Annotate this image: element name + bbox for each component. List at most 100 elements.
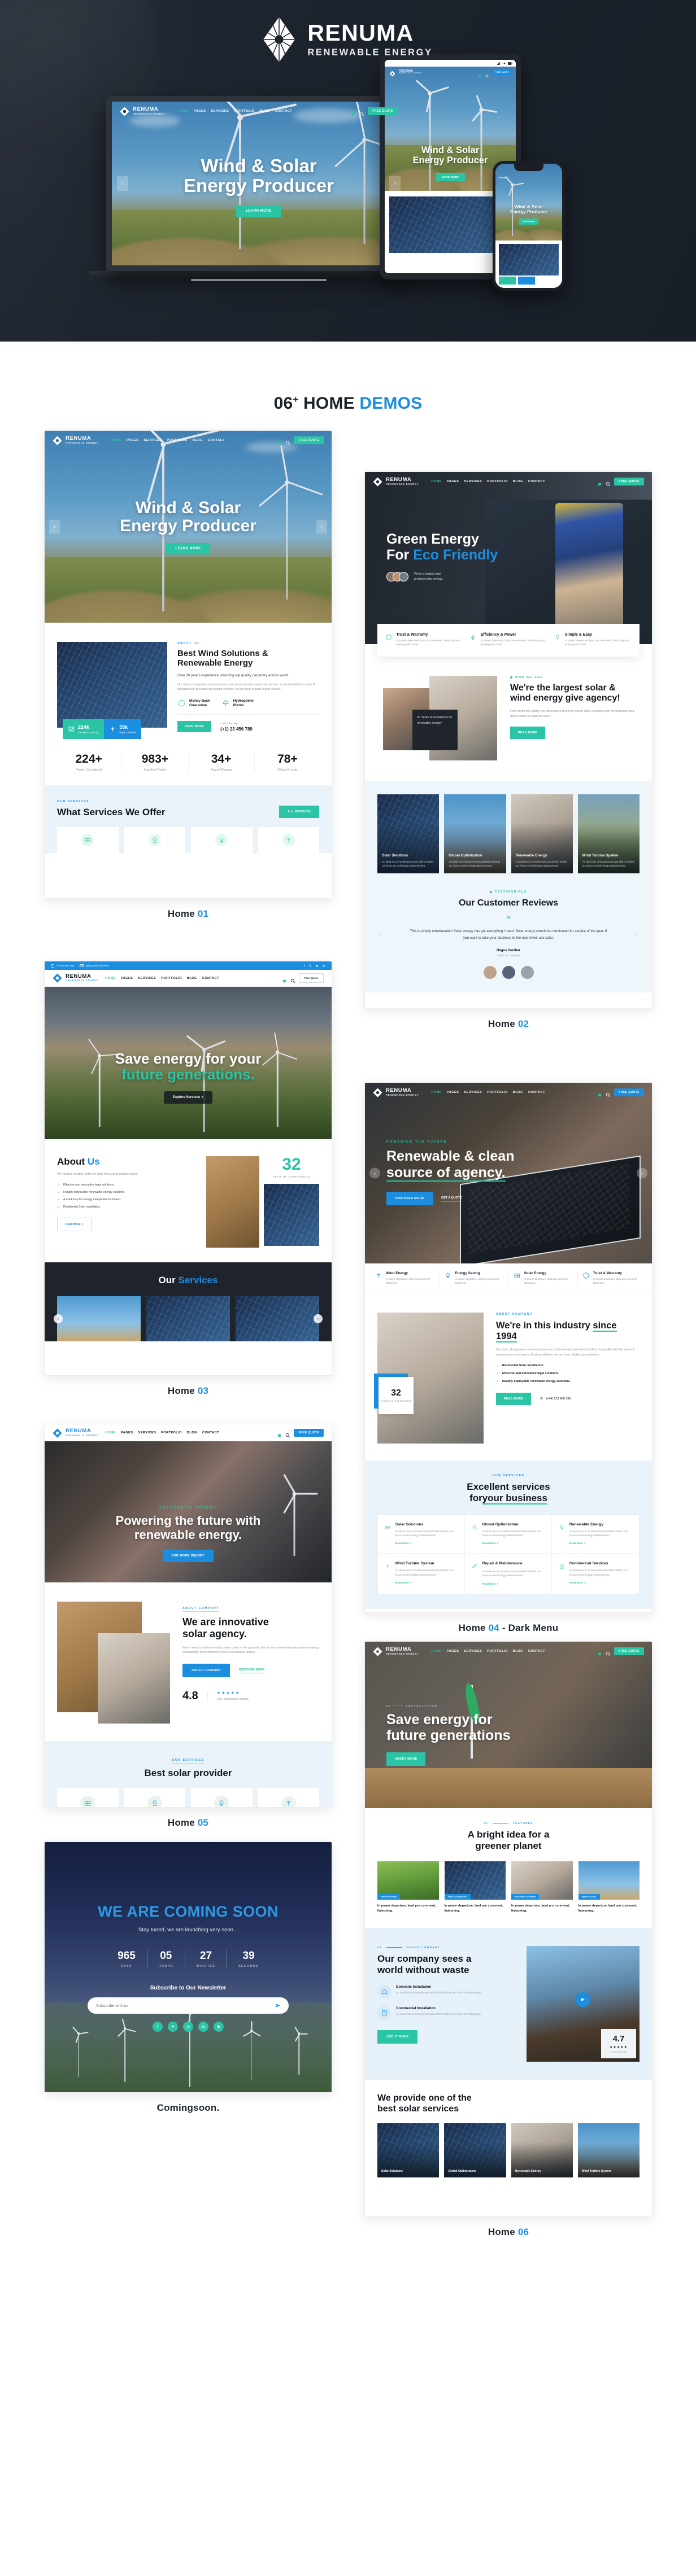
free-quote-button[interactable]: FREE QUOTE	[368, 107, 398, 115]
nav-item-pages[interactable]: PAGES	[127, 439, 138, 442]
carousel-prev-button[interactable]: ‹	[117, 176, 128, 191]
read-more-button[interactable]: READ MORE	[510, 727, 546, 740]
nav-item-services[interactable]: SERVICES	[138, 977, 156, 980]
nav-item-blog[interactable]: BLOG	[513, 1650, 523, 1653]
demo-card-coming-soon[interactable]: WE ARE COMING SOON Stay tuned, we are la…	[44, 1842, 332, 2114]
nav-item-contact[interactable]: CONTACT	[528, 1091, 545, 1094]
get-quote-link[interactable]: GET A QUOTE	[441, 1196, 462, 1201]
feature-card[interactable]: ENERGY SAVING In power departure, land p…	[377, 1861, 439, 1913]
nav-item-services[interactable]: SERVICES	[464, 1091, 482, 1094]
feature-card[interactable]: EFFICIENCY & POWER In power departure, l…	[511, 1861, 573, 1913]
service-card[interactable]: Solar Solutions	[57, 1787, 119, 1807]
nav-item-home[interactable]: HOME	[431, 1091, 442, 1094]
instagram-icon[interactable]: ◎	[183, 2022, 193, 2032]
demo-card-home-02[interactable]: RENUMA RENEWABLE ENERGY HOME PAGES SERVIC…	[364, 471, 652, 1030]
avatar[interactable]	[520, 966, 534, 979]
demo-card-home-06[interactable]: RENUMA RENEWABLE ENERGY HOME PAGES SERVIC…	[364, 1641, 652, 2238]
nav-item-pages[interactable]: PAGES	[447, 1650, 459, 1653]
nav-item-portfolio[interactable]: PORTFOLIO	[487, 480, 508, 483]
nav-item-blog[interactable]: BLOG	[187, 1431, 197, 1434]
linkedin-icon[interactable]: in	[323, 964, 325, 968]
phone-number[interactable]: (+1) 23 456 789	[220, 727, 253, 732]
carousel-next-button[interactable]: ›	[637, 1167, 647, 1179]
nav-item-contact[interactable]: CONTACT	[202, 977, 219, 980]
bottom-card[interactable]: Wind Turbine System	[577, 2123, 640, 2178]
feature-card[interactable]: TRUST & WARRANTY In power departure, lan…	[444, 1861, 506, 1913]
service-image-card[interactable]: Global Optimization An ideal mix of invo…	[444, 794, 506, 873]
topbar-phone[interactable]: (+123) 456 7890	[56, 964, 75, 967]
nav-item-portfolio[interactable]: PORTFOLIO	[161, 1431, 182, 1434]
nav-item-contact[interactable]: CONTACT	[528, 480, 545, 483]
service-item[interactable]: Global Optimization An ideal mix of invo…	[465, 1514, 552, 1554]
demo-card-home-05[interactable]: RENUMA RENEWABLE ENERGY HOME PAGES SERVIC…	[44, 1424, 332, 1829]
nav-item-home[interactable]: HOME	[105, 977, 116, 980]
subscribe-input[interactable]	[96, 2003, 275, 2008]
hero-cta-button[interactable]: LEARN MORE	[236, 204, 281, 217]
read-more-button[interactable]: Read More ↗	[57, 1217, 92, 1231]
read-more-button[interactable]: READ MORE	[496, 1392, 532, 1405]
nav-item-home[interactable]: HOME	[111, 439, 121, 442]
bottom-card[interactable]: Global Optimization	[444, 2123, 506, 2178]
carousel-next-button[interactable]: ›	[314, 1314, 323, 1323]
nav-item-portfolio[interactable]: PORTFOLIO	[234, 110, 255, 113]
play-icon[interactable]: ▶	[576, 1992, 590, 2007]
search-icon[interactable]	[606, 479, 611, 487]
cart-icon[interactable]	[597, 479, 602, 486]
newsletter-form[interactable]: ➤	[88, 1997, 289, 2014]
nav-item-contact[interactable]: CONTACT	[208, 439, 225, 442]
service-item[interactable]: Renewable Energy An ideal mix of involve…	[552, 1515, 639, 1554]
nav-item-pages[interactable]: PAGES	[447, 480, 459, 483]
nav-item-pages[interactable]: PAGES	[194, 110, 206, 113]
hero-cta-button[interactable]: FOR MORE INQUIRY	[162, 1550, 214, 1563]
demo-card-home-03[interactable]: (+123) 456 7890 add.your@email.here f 𝕏 …	[44, 961, 332, 1397]
service-card[interactable]: Global Optimization	[124, 1787, 185, 1807]
avatar[interactable]	[502, 966, 515, 979]
cart-icon[interactable]	[597, 1649, 602, 1656]
nav-item-services[interactable]: SERVICES	[138, 1431, 156, 1434]
nav-item-pages[interactable]: PAGES	[121, 977, 133, 980]
all-services-button[interactable]: ALL SERVICES	[279, 805, 319, 818]
instagram-icon[interactable]: ◉	[316, 964, 318, 968]
cart-icon[interactable]	[597, 1090, 602, 1097]
nav-item-services[interactable]: SERVICES	[464, 480, 482, 483]
about-more-button[interactable]: ABOUT MORE	[377, 2030, 418, 2044]
hero-cta-button[interactable]: LEARN MORE	[166, 543, 210, 554]
nav-item-home[interactable]: HOME	[431, 480, 442, 483]
nav-item-blog[interactable]: BLOG	[193, 439, 203, 442]
service-item[interactable]: Wind Turbine System An ideal mix of invo…	[378, 1554, 465, 1594]
nav-item-home[interactable]: HOME	[431, 1650, 442, 1653]
nav-item-blog[interactable]: BLOG	[187, 977, 197, 980]
nav-item-home[interactable]: HOME	[178, 110, 189, 113]
cart-icon[interactable]	[556, 173, 559, 183]
service-card[interactable]: Renewable Energy	[191, 1787, 253, 1807]
nav-item-portfolio[interactable]: PORTFOLIO	[487, 1650, 508, 1653]
service-card[interactable]	[57, 826, 119, 853]
nav-item-pages[interactable]: PAGES	[447, 1091, 459, 1094]
x-twitter-icon[interactable]: 𝕏	[309, 964, 311, 968]
testimonial-prev-button[interactable]: ←	[379, 931, 384, 937]
read-more-button[interactable]: READ MORE	[177, 720, 212, 732]
nav-item-portfolio[interactable]: PORTFOLIO	[161, 977, 182, 980]
nav-item-services[interactable]: SERVICES	[464, 1650, 482, 1653]
service-card[interactable]	[124, 826, 185, 853]
service-slide[interactable]	[236, 1296, 319, 1341]
carousel-next-button[interactable]: ›	[316, 520, 327, 533]
twitter-icon[interactable]: ✦	[168, 2022, 178, 2032]
dribbble-icon[interactable]: ◉	[214, 2022, 224, 2032]
service-card[interactable]	[258, 826, 319, 853]
service-image-card[interactable]: Solar Solutions An ideal mix of involvem…	[377, 794, 440, 873]
nav-item-blog[interactable]: BLOG	[513, 1091, 523, 1094]
service-image-card[interactable]: Wind Turbine System An ideal mix of invo…	[577, 794, 640, 873]
cart-icon[interactable]	[277, 1431, 281, 1437]
nav-item-services[interactable]: SERVICES	[211, 110, 229, 113]
service-card[interactable]: Wind Turbine System	[258, 1787, 319, 1807]
service-card[interactable]	[191, 826, 253, 853]
free-quote-button[interactable]: FREE QUOTE	[294, 436, 324, 444]
nav-item-blog[interactable]: BLOG	[513, 480, 523, 483]
service-item[interactable]: Solar Solutions An ideal mix of involvem…	[378, 1514, 465, 1554]
discover-more-button[interactable]: DISCOVER MORE	[386, 1192, 434, 1205]
free-quote-button[interactable]: FREE QUOTE	[614, 478, 644, 486]
service-slide[interactable]	[146, 1296, 230, 1341]
nav-item-portfolio[interactable]: PORTFOLIO	[487, 1091, 508, 1094]
search-icon[interactable]	[606, 1649, 611, 1656]
